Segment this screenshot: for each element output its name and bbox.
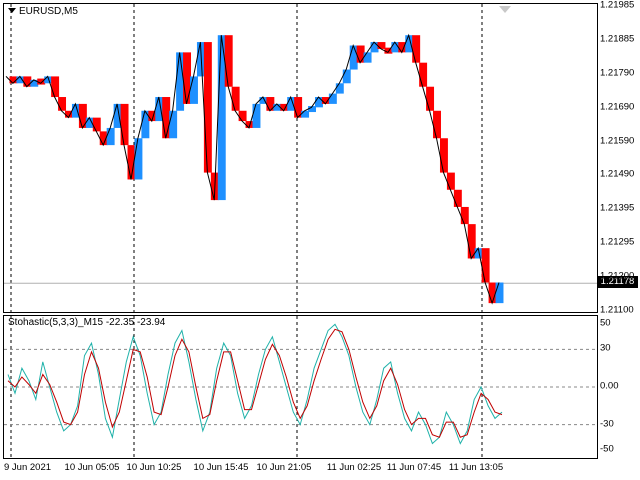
bear-block [377,42,386,49]
bear-block [51,76,60,98]
bear-block [23,76,32,87]
bear-block [460,206,469,225]
bull-block [495,282,504,304]
bear-block [224,35,233,87]
bear-block [266,97,275,111]
bull-block [301,110,310,118]
time-tick-label: 9 Jun 2021 [4,462,52,473]
bull-block [349,45,358,70]
price-tick-label: 1.21885 [600,33,635,45]
oscillator-tick-label: 50 [600,317,611,329]
oscillator-tick-label: -50 [600,443,614,455]
time-tick-label: 10 Jun 15:45 [193,462,249,473]
bear-block [120,103,129,146]
bull-block [176,52,185,111]
bear-block [446,172,455,190]
bear-block [426,86,435,111]
bear-block [58,97,67,111]
price-tick-label: 1.21590 [600,135,635,147]
time-tick-label: 10 Jun 05:05 [64,462,120,473]
price-chart-canvas[interactable] [4,4,597,312]
bear-block [453,189,462,207]
bull-block [190,76,198,104]
time-tick-label: 10 Jun 10:25 [126,462,182,473]
bear-block [162,97,171,139]
bull-block [30,79,39,87]
oscillator-tick-label: 0.00 [600,380,619,392]
bear-block [433,110,441,139]
stochastic-main-line [7,323,503,445]
time-tick-label: 11 Jun 13:05 [448,462,504,473]
bear-block [238,110,247,122]
bear-block [78,103,87,128]
indicator-label: Stohastic(5,3,3)_M15 -22.35 -23.94 [8,317,166,328]
time-tick-label: 11 Jun 07:45 [386,462,442,473]
bear-block [481,248,490,283]
bull-block [342,69,351,84]
bull-block [252,103,261,128]
bull-block [335,83,344,94]
price-tick-label: 1.21985 [600,0,635,11]
chart-window[interactable]: EURUSD,M5 Stohastic(5,3,3)_M15 -22.35 -2… [0,0,640,480]
bull-block [134,138,143,180]
bull-block [169,110,178,139]
oscillator-pane[interactable]: Stohastic(5,3,3)_M15 -22.35 -23.94 [3,315,598,459]
bear-block [412,35,421,63]
price-tick-label: 1.21490 [600,168,635,180]
bear-block [356,45,365,63]
chart-shift-icon[interactable] [499,6,511,13]
bear-block [203,42,212,173]
bear-block [92,117,101,132]
time-tick-label: 10 Jun 21:05 [256,462,312,473]
symbol-title: EURUSD,M5 [8,6,78,17]
price-chart-pane[interactable]: EURUSD,M5 [3,3,598,313]
dropdown-triangle-icon[interactable] [8,8,16,13]
price-tick-label: 1.21690 [600,101,635,113]
oscillator-tick-label: -30 [600,418,614,430]
bull-block [370,42,379,53]
stochastic-signal-line [7,328,503,438]
bull-block [314,97,323,108]
price-tick-label: 1.21295 [600,236,635,248]
price-tick-label: 1.21395 [600,202,635,214]
price-tick-label: 1.21200 [600,270,635,282]
oscillator-tick-label: 30 [600,342,611,354]
symbol-title-text: EURUSD,M5 [19,6,78,17]
bull-block [363,52,372,63]
bear-block [231,86,240,111]
oscillator-canvas[interactable] [4,316,597,458]
bull-block [328,93,337,104]
bear-block [439,138,448,173]
bear-block [384,47,393,54]
time-tick-label: 11 Jun 02:25 [326,462,382,473]
price-tick-label: 1.21100 [600,304,634,316]
bull-block [106,127,115,146]
bear-block [183,52,192,104]
price-tick-label: 1.21790 [600,67,635,79]
bear-block [419,62,428,87]
